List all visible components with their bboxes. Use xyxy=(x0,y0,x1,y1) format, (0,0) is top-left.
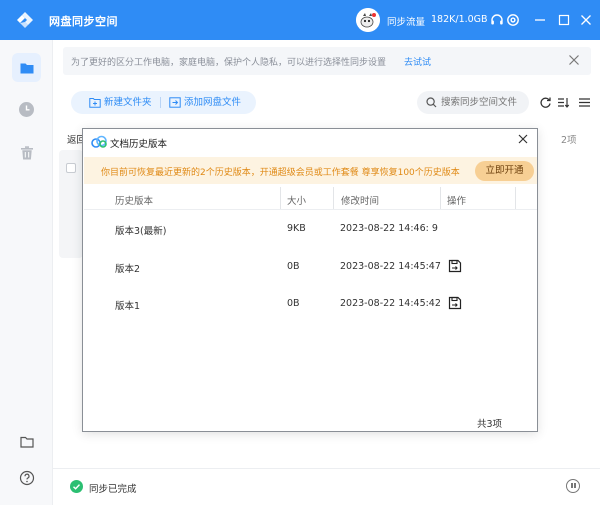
search-box[interactable] xyxy=(417,91,529,114)
column-header-modified: 修改时间 xyxy=(341,196,380,207)
sidebar-item-trash[interactable] xyxy=(12,138,41,167)
cloud-logo-icon xyxy=(91,135,107,148)
title-bar: 网盘同步空间 同步流量 182K/1.0GB xyxy=(0,0,600,40)
file-toolbar: 新建文件夹 添加网盘文件 xyxy=(71,91,256,114)
new-folder-label: 新建文件夹 xyxy=(104,97,152,108)
minimize-icon[interactable] xyxy=(532,12,548,28)
version-modified: 2023-08-22 14:45:42 xyxy=(340,298,441,309)
clock-icon xyxy=(19,102,34,117)
sync-flow-label: 同步流量 xyxy=(387,17,426,28)
column-header-version: 历史版本 xyxy=(115,196,154,207)
avatar[interactable] xyxy=(356,8,380,32)
sync-status-text: 同步已完成 xyxy=(89,484,137,495)
close-icon[interactable] xyxy=(578,12,594,28)
app-title: 网盘同步空间 xyxy=(49,15,118,28)
maximize-icon[interactable] xyxy=(556,12,572,28)
notice-close-icon[interactable] xyxy=(568,54,580,66)
upgrade-banner-text: 你目前可恢复最近更新的2个历史版本，开通超级会员或工作套餐 尊享恢复100个历史… xyxy=(101,168,460,178)
notice-text: 为了更好的区分工作电脑，家庭电脑，保护个人隐私，可以进行选择性同步设置 xyxy=(71,58,387,68)
version-history-dialog: 文档历史版本 你目前可恢复最近更新的2个历史版本，开通超级会员或工作套餐 尊享恢… xyxy=(82,128,538,432)
sync-flow-value: 182K/1.0GB xyxy=(431,14,488,25)
search-input[interactable] xyxy=(441,95,525,110)
version-size: 9KB xyxy=(287,223,306,234)
column-divider xyxy=(333,187,334,209)
version-total: 共3项 xyxy=(477,419,503,430)
pause-sync-button[interactable] xyxy=(566,479,580,493)
refresh-icon[interactable] xyxy=(539,96,552,109)
restore-version-icon[interactable] xyxy=(448,296,462,310)
header-rule xyxy=(84,209,537,210)
new-folder-icon xyxy=(89,98,101,108)
settings-icon[interactable] xyxy=(505,12,521,28)
trash-icon xyxy=(20,145,33,159)
folder-icon xyxy=(20,63,33,73)
sidebar-item-recent[interactable] xyxy=(12,95,41,124)
sidebar-item-files[interactable] xyxy=(12,53,41,82)
add-cloud-file-icon xyxy=(169,97,181,108)
selective-sync-notice: 为了更好的区分工作电脑，家庭电脑，保护个人隐私，可以进行选择性同步设置 去试试 xyxy=(63,47,591,75)
version-size: 0B xyxy=(287,261,300,272)
column-divider xyxy=(280,187,281,209)
help-icon xyxy=(19,470,34,485)
upgrade-banner: 你目前可恢复最近更新的2个历史版本，开通超级会员或工作套餐 尊享恢复100个历史… xyxy=(84,157,537,184)
version-name: 版本1 xyxy=(115,301,141,312)
status-bar: 同步已完成 xyxy=(53,468,600,505)
item-count: 2项 xyxy=(561,135,577,146)
toolbar-divider xyxy=(160,97,161,108)
search-icon xyxy=(426,97,437,108)
dialog-close-icon[interactable] xyxy=(517,133,529,145)
version-name: 版本3(最新) xyxy=(115,226,167,237)
column-divider xyxy=(515,187,516,209)
help-button[interactable] xyxy=(12,463,41,492)
restore-version-icon[interactable] xyxy=(448,259,462,273)
column-divider xyxy=(440,187,441,209)
notice-try-link[interactable]: 去试试 xyxy=(404,55,431,68)
version-modified: 2023-08-22 14:45:47 xyxy=(340,261,441,272)
select-all-checkbox[interactable] xyxy=(66,163,76,173)
list-view-icon[interactable] xyxy=(578,96,591,109)
headset-icon[interactable] xyxy=(489,12,505,28)
column-header-actions: 操作 xyxy=(447,196,467,207)
version-name: 版本2 xyxy=(115,264,141,275)
upgrade-button[interactable]: 立即开通 xyxy=(475,161,534,181)
version-modified: 2023-08-22 14:46: 9 xyxy=(340,223,438,234)
version-size: 0B xyxy=(287,298,300,309)
sync-done-icon xyxy=(70,480,83,493)
column-header-size: 大小 xyxy=(287,196,307,207)
sidebar xyxy=(0,40,53,505)
app-logo-icon xyxy=(17,12,33,28)
local-folder-icon xyxy=(19,436,34,448)
avatar-icon xyxy=(356,8,380,32)
open-local-folder-button[interactable] xyxy=(12,427,41,456)
sort-icon[interactable] xyxy=(557,96,570,109)
dialog-title: 文档历史版本 xyxy=(110,139,168,150)
add-cloud-file-label: 添加网盘文件 xyxy=(184,97,242,108)
